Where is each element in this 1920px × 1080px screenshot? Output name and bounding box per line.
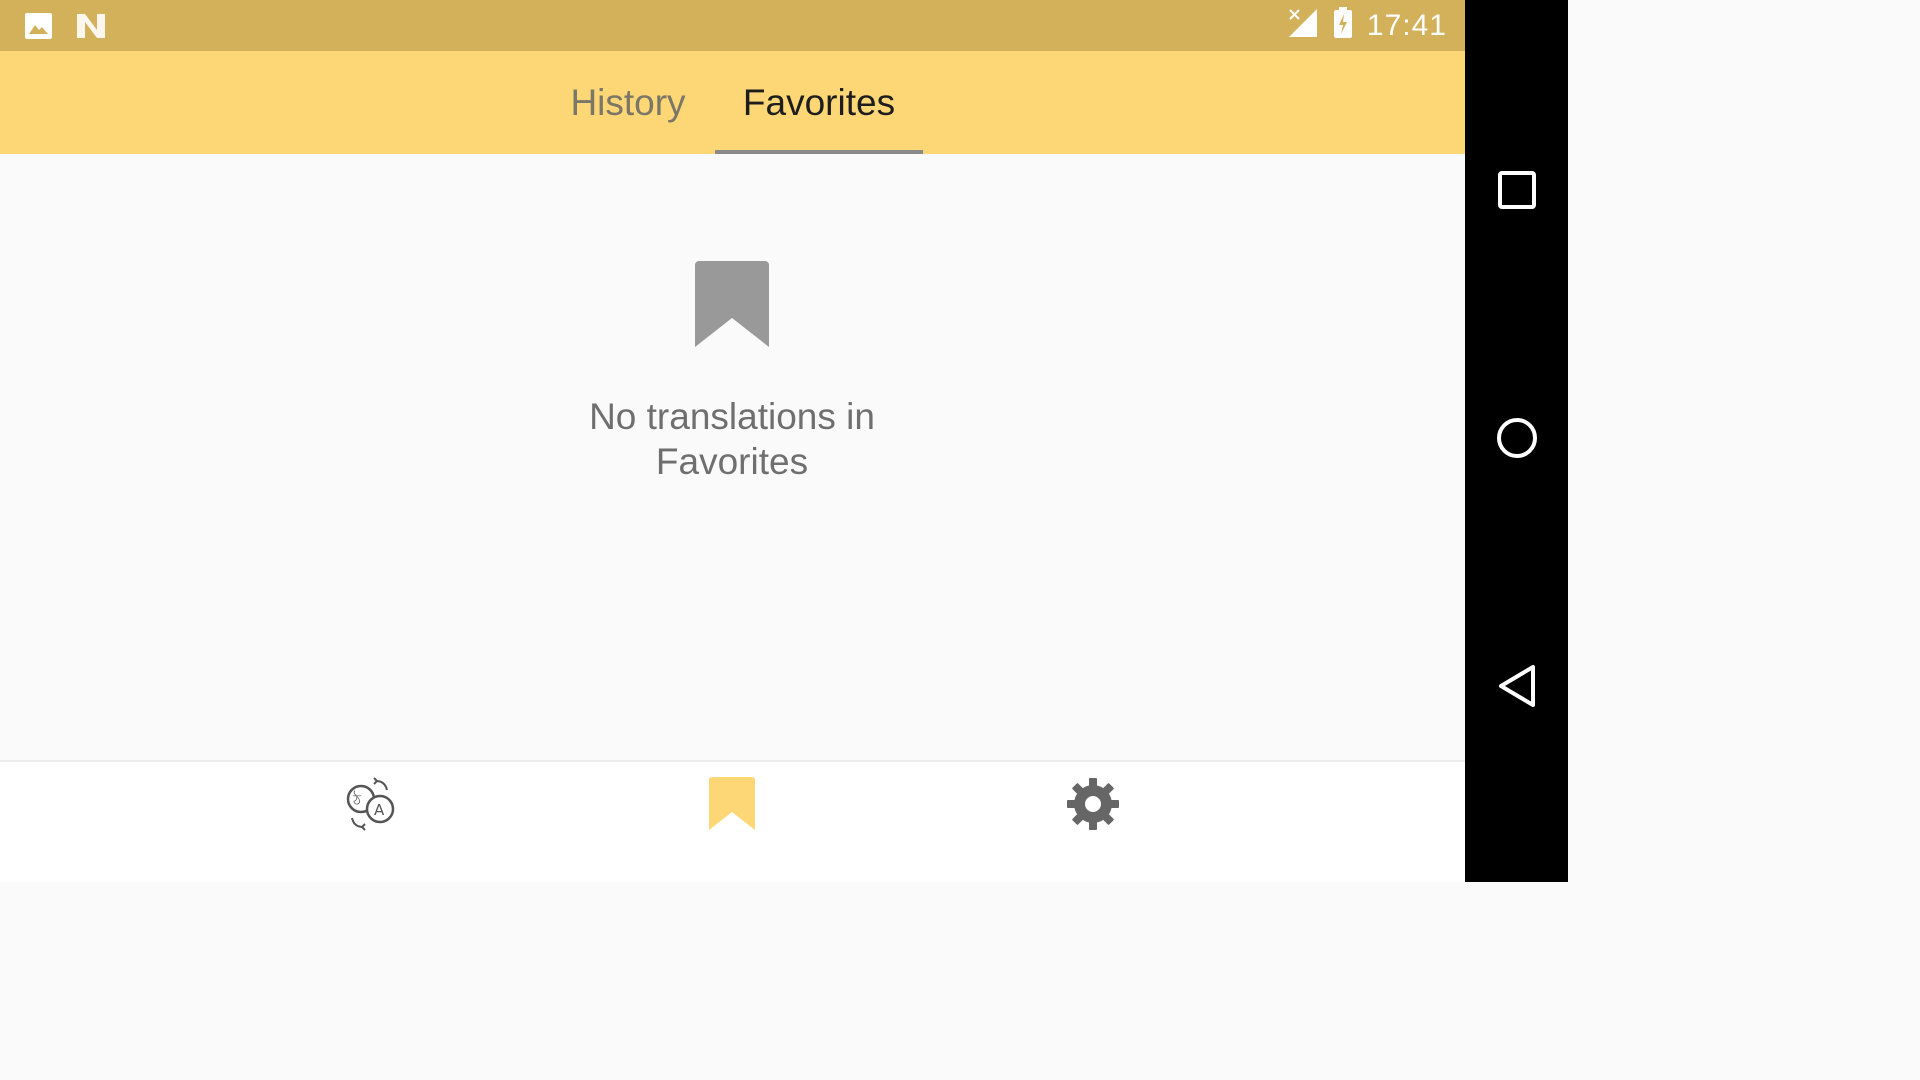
gear-icon: [1065, 776, 1121, 837]
image-icon: [24, 12, 53, 45]
recents-button[interactable]: [1491, 166, 1543, 218]
bookmark-icon: [695, 261, 769, 354]
status-bar: 17:41: [0, 0, 1465, 51]
status-notification-icons: [24, 12, 107, 45]
nav-translate-button[interactable]: ঠ A: [331, 776, 411, 836]
back-triangle-icon: [1497, 664, 1537, 713]
bookmark-icon: [709, 776, 755, 836]
svg-text:ঠ: ঠ: [352, 791, 362, 809]
battery-charging-icon: [1333, 7, 1353, 44]
tab-bar: History Favorites: [0, 51, 1465, 154]
system-navigation-bar: [1465, 0, 1568, 882]
empty-state-message: No translations in Favorites: [589, 396, 875, 482]
n-logo-icon: [75, 12, 107, 45]
status-time: 17:41: [1366, 8, 1447, 42]
svg-text:A: A: [374, 801, 385, 819]
translate-icon: ঠ A: [343, 776, 399, 836]
home-circle-icon: [1496, 417, 1538, 464]
nav-settings-button[interactable]: [1053, 776, 1133, 836]
nav-favorites-button[interactable]: [692, 776, 772, 836]
tab-favorites[interactable]: Favorites: [715, 51, 923, 154]
home-button[interactable]: [1491, 414, 1543, 466]
no-signal-icon: [1287, 7, 1319, 44]
bottom-navigation: ঠ A: [0, 760, 1465, 882]
recents-square-icon: [1498, 170, 1536, 214]
tab-history[interactable]: History: [548, 51, 708, 154]
favorites-content: No translations in Favorites: [0, 154, 1465, 760]
back-button[interactable]: [1491, 662, 1543, 714]
